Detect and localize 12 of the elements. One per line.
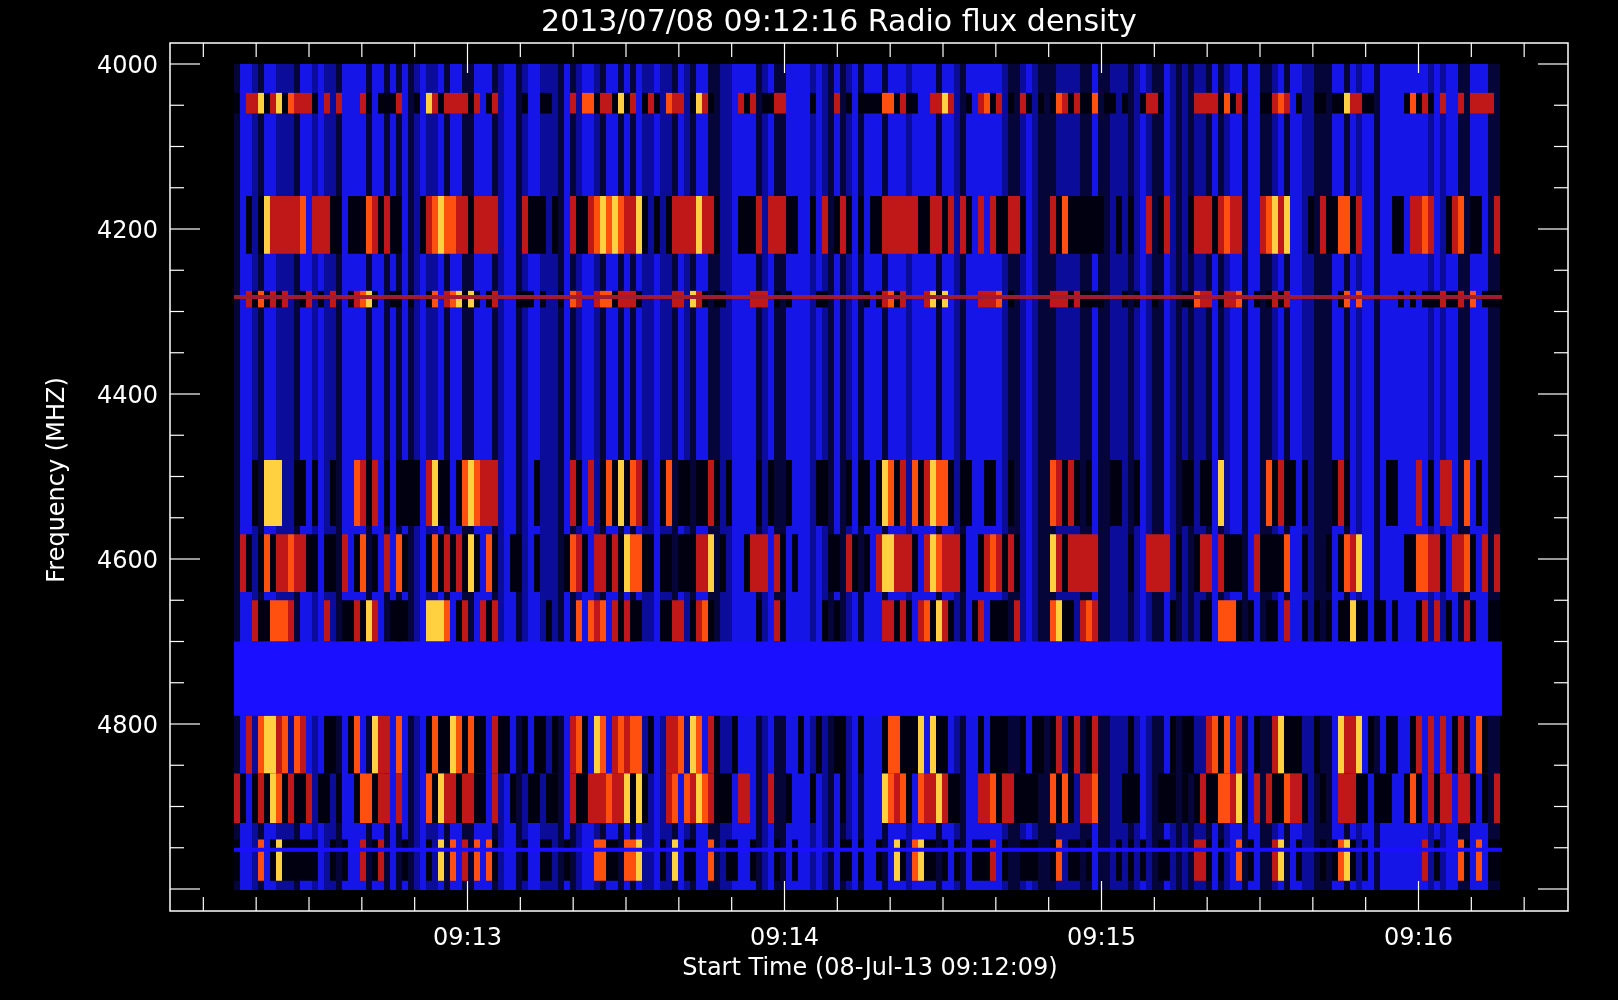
tick-label: 09:14 <box>749 923 820 951</box>
tick-label: 09:15 <box>1066 923 1137 951</box>
tick-label: 4800 <box>96 711 158 739</box>
tick-label: 09:16 <box>1383 923 1454 951</box>
axis-label: Start Time (08-Jul-13 09:12:09) <box>682 953 1058 981</box>
tick-label: 09:13 <box>432 923 503 951</box>
tick-label: 4200 <box>96 216 158 244</box>
chart-title: 2013/07/08 09:12:16 Radio flux density <box>541 3 1137 38</box>
tick-label: 4600 <box>96 546 158 574</box>
tick-label: 4000 <box>96 51 158 79</box>
axis-label: Frequency (MHZ) <box>42 377 70 583</box>
tick-label: 4400 <box>96 381 158 409</box>
